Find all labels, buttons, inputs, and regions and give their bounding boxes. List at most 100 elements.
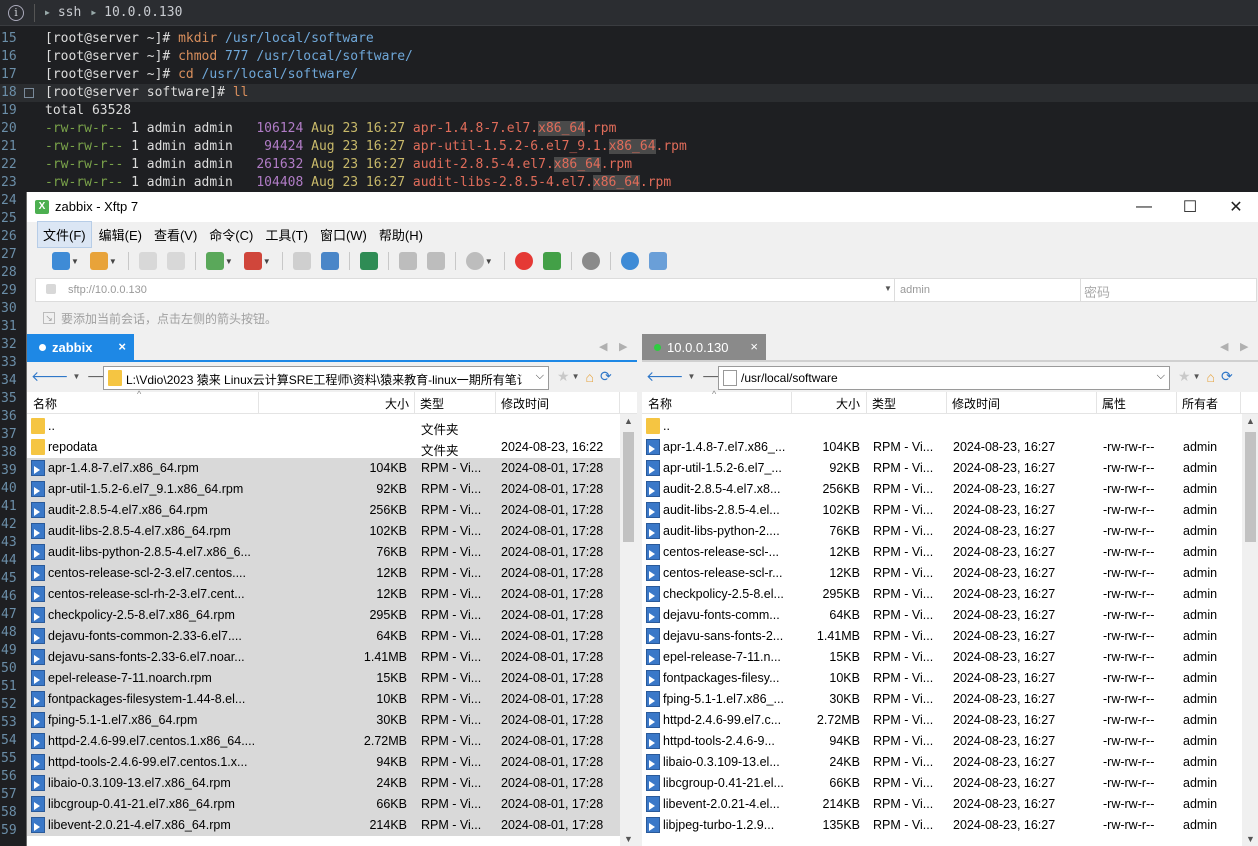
file-row[interactable]: apr-1.4.8-7.el7.x86_64.rpm 104KB RPM - Vi.… [27, 458, 637, 479]
file-row[interactable]: dejavu-fonts-common-2.33-6.el7.... 64KB RP… [27, 626, 637, 647]
file-row[interactable]: centos-release-scl-r... 12KB RPM - Vi... 20… [642, 563, 1258, 584]
fold-icon[interactable] [24, 88, 34, 98]
scroll-down-icon[interactable]: ▼ [624, 834, 633, 844]
address-input[interactable]: sftp://10.0.0.130 [68, 284, 147, 296]
scroll-thumb[interactable] [1245, 432, 1256, 542]
file-row[interactable]: httpd-tools-2.4.6-99.el7.centos.1.x... 94… [27, 752, 637, 773]
col-name[interactable]: 名称 [33, 395, 57, 412]
menu-tools[interactable]: 工具(T) [260, 222, 313, 247]
upload-icon[interactable] [320, 252, 339, 270]
file-row[interactable]: libjpeg-turbo-1.2.9... 135KB RPM - Vi... 20… [642, 815, 1258, 836]
col-type[interactable]: 类型 [872, 395, 896, 412]
file-row[interactable]: libaio-0.3.109-13.el7.x86_64.rpm 24KB RPM … [27, 773, 637, 794]
col-size[interactable]: 大小 [836, 395, 860, 412]
file-row[interactable]: epel-release-7-11.n... 15KB RPM - Vi... 202… [642, 647, 1258, 668]
close-icon[interactable]: × [118, 339, 126, 354]
col-name[interactable]: 名称 [648, 395, 672, 412]
file-row[interactable]: fping-5.1-1.el7.x86_64.rpm 30KB RPM - Vi..… [27, 710, 637, 731]
scroll-up-icon[interactable]: ▲ [1246, 416, 1255, 426]
password-input[interactable]: 密码 [1084, 282, 1110, 301]
col-modified[interactable]: 修改时间 [952, 395, 1000, 412]
file-row[interactable]: fontpackages-filesystem-1.44-8.el... 10KB… [27, 689, 637, 710]
copy-icon[interactable] [398, 252, 417, 270]
file-row[interactable]: centos-release-scl-rh-2-3.el7.cent... 12K… [27, 584, 637, 605]
chevron-right-icon[interactable]: ▶ [1240, 340, 1248, 353]
transfer-icon[interactable] [359, 252, 378, 270]
file-row[interactable]: fping-5.1-1.el7.x86_... 30KB RPM - Vi... 20… [642, 689, 1258, 710]
gear-icon[interactable] [581, 252, 600, 270]
close-icon[interactable]: × [750, 339, 758, 354]
scroll-thumb[interactable] [623, 432, 634, 542]
chevron-right-icon[interactable]: ▶ [619, 340, 627, 353]
file-row[interactable]: checkpolicy-2.5-8.el7.x86_64.rpm 295KB RPM… [27, 605, 637, 626]
chevron-down-icon[interactable]: ▼ [572, 372, 580, 381]
file-row[interactable]: dejavu-sans-fonts-2.33-6.el7.noar... 1.41… [27, 647, 637, 668]
chevron-down-icon[interactable]: ▼ [71, 257, 79, 266]
add-session-icon[interactable]: ↘ [43, 312, 55, 324]
file-row[interactable]: audit-libs-python-2.8.5-4.el7.x86_6... 76… [27, 542, 637, 563]
chevron-down-icon[interactable]: ▼ [884, 284, 892, 293]
file-row[interactable]: apr-util-1.5.2-6.el7_... 92KB RPM - Vi... 2… [642, 458, 1258, 479]
back-icon[interactable]: 🡐 [31, 368, 69, 385]
folder-row[interactable]: repodata 文件夹 2024-08-23, 16:22 [27, 437, 637, 458]
file-row[interactable]: audit-libs-python-2.... 76KB RPM - Vi... 20… [642, 521, 1258, 542]
connect-icon[interactable] [138, 252, 157, 270]
chevron-down-icon[interactable]: ⌵ [536, 370, 544, 383]
username-input[interactable]: admin [900, 284, 930, 296]
file-row[interactable]: epel-release-7-11.noarch.rpm 15KB RPM - Vi… [27, 668, 637, 689]
col-type[interactable]: 类型 [420, 395, 444, 412]
chevron-down-icon[interactable]: ▼ [109, 257, 117, 266]
file-row[interactable]: libcgroup-0.41-21.el... 66KB RPM - Vi... 20… [642, 773, 1258, 794]
menu-file[interactable]: 文件(F) [37, 220, 92, 248]
file-row[interactable]: libevent-2.0.21-4.el7.x86_64.rpm 214KB RPM… [27, 815, 637, 836]
file-row[interactable]: apr-1.4.8-7.el7.x86_... 104KB RPM - Vi... 2… [642, 437, 1258, 458]
new-folder-icon[interactable] [205, 252, 224, 270]
file-row[interactable]: audit-libs-2.8.5-4.el7.x86_64.rpm 102KB RP… [27, 521, 637, 542]
file-row[interactable]: dejavu-sans-fonts-2... 1.41MB RPM - Vi... 2… [642, 626, 1258, 647]
file-row[interactable]: libcgroup-0.41-21.el7.x86_64.rpm 66KB RPM … [27, 794, 637, 815]
chevron-down-icon[interactable]: ▼ [688, 372, 696, 381]
file-row[interactable]: audit-2.8.5-4.el7.x8... 256KB RPM - Vi... 2… [642, 479, 1258, 500]
scrollbar[interactable]: ▲ ▼ [1242, 414, 1258, 846]
menu-edit[interactable]: 编辑(E) [94, 222, 147, 247]
tab-zabbix[interactable]: zabbix × [27, 334, 134, 360]
xshell-icon[interactable] [514, 252, 533, 270]
breadcrumb-host[interactable]: 10.0.0.130 [104, 5, 182, 20]
chevron-left-icon[interactable]: ◀ [1220, 340, 1228, 353]
chevron-down-icon[interactable]: ▼ [485, 257, 493, 266]
chevron-down-icon[interactable]: ▼ [1193, 372, 1201, 381]
file-row[interactable]: dejavu-fonts-comm... 64KB RPM - Vi... 2024-… [642, 605, 1258, 626]
chevron-down-icon[interactable]: ▼ [73, 372, 81, 381]
file-row[interactable]: libevent-2.0.21-4.el... 214KB RPM - Vi... 2… [642, 794, 1258, 815]
back-icon[interactable]: 🡐 [646, 368, 684, 385]
file-row[interactable]: audit-libs-2.8.5-4.el... 102KB RPM - Vi...… [642, 500, 1258, 521]
folder-row[interactable]: .. [642, 416, 1258, 437]
refresh-icon[interactable]: ⟳ [600, 368, 612, 385]
remote-path-input[interactable]: /usr/local/software ⌵ [718, 366, 1170, 390]
chevron-down-icon[interactable]: ▼ [225, 257, 233, 266]
home-folder-icon[interactable]: ⌂ [585, 369, 593, 385]
menu-command[interactable]: 命令(C) [204, 222, 258, 247]
help-icon[interactable] [620, 252, 639, 270]
title-bar[interactable]: X zabbix - Xftp 7 — ☐ ✕ [27, 192, 1258, 222]
star-icon[interactable]: ★ [1178, 368, 1191, 385]
minimize-button[interactable]: — [1121, 192, 1167, 222]
scrollbar[interactable]: ▲ ▼ [620, 414, 637, 846]
chevron-down-icon[interactable]: ▼ [263, 257, 271, 266]
file-row[interactable]: audit-2.8.5-4.el7.x86_64.rpm 256KB RPM - V… [27, 500, 637, 521]
file-row[interactable]: httpd-2.4.6-99.el7.centos.1.x86_64.... 2.… [27, 731, 637, 752]
chevron-down-icon[interactable]: ⌵ [1157, 370, 1165, 383]
xftp-icon[interactable] [542, 252, 561, 270]
scroll-up-icon[interactable]: ▲ [624, 416, 633, 426]
new-session-icon[interactable] [52, 252, 70, 270]
file-row[interactable]: apr-util-1.5.2-6.el7_9.1.x86_64.rpm 92KB R… [27, 479, 637, 500]
file-row[interactable]: libaio-0.3.109-13.el... 24KB RPM - Vi... 20… [642, 752, 1258, 773]
menu-help[interactable]: 帮助(H) [374, 222, 428, 247]
file-row[interactable]: checkpolicy-2.5-8.el... 295KB RPM - Vi... 2… [642, 584, 1258, 605]
open-folder-icon[interactable] [89, 252, 108, 270]
refresh-icon[interactable]: ⟳ [1221, 368, 1233, 385]
file-row[interactable]: httpd-tools-2.4.6-9... 94KB RPM - Vi... 202… [642, 731, 1258, 752]
file-row[interactable]: centos-release-scl-2-3.el7.centos.... 12K… [27, 563, 637, 584]
home-folder-icon[interactable]: ⌂ [1206, 369, 1214, 385]
breadcrumb-protocol[interactable]: ssh [58, 5, 81, 20]
